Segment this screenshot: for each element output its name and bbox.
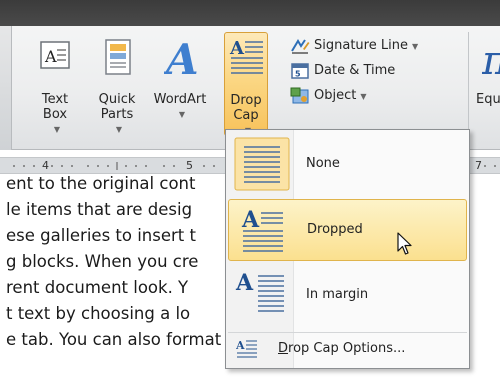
ruler-mark: 5 [186,159,193,172]
equation-label: Equ [476,92,500,107]
date-time-button[interactable]: 5 Date & Time [290,60,395,82]
svg-text:π: π [482,38,500,78]
svg-text:A: A [235,270,254,296]
drop-cap-options-item[interactable]: A Drop Cap Options... [228,332,467,364]
chevron-down-icon: ▼ [360,92,367,101]
menu-item-in-margin-label: In margin [306,287,369,302]
mouse-cursor-icon [397,232,412,255]
chevron-down-icon: ▼ [178,110,186,119]
svg-text:A: A [236,339,245,352]
object-button[interactable]: Object ▼ [290,85,367,107]
signature-line-button[interactable]: Signature Line ▼ [290,35,418,57]
menu-item-dropped-label: Dropped [307,222,363,237]
drop-cap-options-label: Drop Cap Options... [278,341,406,356]
document-line: t text by choosing a lo [6,304,191,323]
document-line: g blocks. When you cre [6,252,199,271]
svg-text:A: A [44,47,57,66]
group-separator [468,32,469,142]
text-box-label-1: Text [41,92,69,107]
chevron-down-icon: ▼ [115,125,123,134]
svg-text:5: 5 [295,69,301,78]
signature-icon [291,38,310,54]
text-box-icon: A [40,41,70,69]
drop-cap-options-icon: A [236,339,257,358]
text-box-label-2: Box [42,107,68,122]
drop-cap-button[interactable]: A Drop Cap▼ [224,32,268,136]
quick-parts-icon [105,39,131,75]
drop-cap-label-1: Drop [230,93,262,108]
signature-line-label: Signature Line [314,38,408,53]
menu-item-dropped[interactable]: A Dropped [228,199,467,261]
drop-cap-icon: A [229,38,263,74]
text-box-button[interactable]: A Text Box ▼ [30,32,80,134]
menu-item-none[interactable]: None [228,134,467,194]
quick-parts-label-2: Parts [100,107,134,122]
object-icon [290,87,309,103]
svg-text:A: A [229,38,245,59]
svg-text:A: A [241,207,260,233]
document-line: ent to the original cont [6,174,196,193]
menu-item-in-margin[interactable]: A In margin [228,265,467,325]
wordart-icon: A [164,36,198,80]
drop-cap-label-2: Cap [233,108,259,123]
drop-cap-none-icon [234,137,290,191]
ruler-mark: 7 [475,159,482,172]
document-line: ese galleries to insert t [6,226,196,245]
object-label: Object [314,88,357,103]
menu-item-none-label: None [306,156,340,171]
ribbon-group-edge [0,26,12,150]
equation-button[interactable]: π Equ [472,32,500,132]
drop-cap-dropped-icon: A [241,207,283,252]
drop-cap-in-margin-icon: A [235,270,284,312]
document-line: rent document look. Y [6,278,189,297]
ruler-mark: 4 [42,159,49,172]
pi-icon: π [482,38,500,78]
wordart-label: WordArt [153,92,207,107]
accelerator-key: D [278,341,289,356]
wordart-button[interactable]: A WordArt ▼ [150,32,210,132]
date-time-label: Date & Time [314,63,396,78]
svg-text:A: A [164,36,198,80]
window-title-bar [0,0,500,26]
drop-cap-menu: None A Dropped A In margin A Drop Cap Op… [225,129,470,369]
chevron-down-icon: ▼ [53,125,61,134]
calendar-icon: 5 [291,62,309,79]
quick-parts-label-1: Quick [98,92,136,107]
document-line: le items that are desig [6,200,193,219]
chevron-down-icon: ▼ [411,42,419,51]
quick-parts-button[interactable]: Quick Parts ▼ [88,32,146,134]
